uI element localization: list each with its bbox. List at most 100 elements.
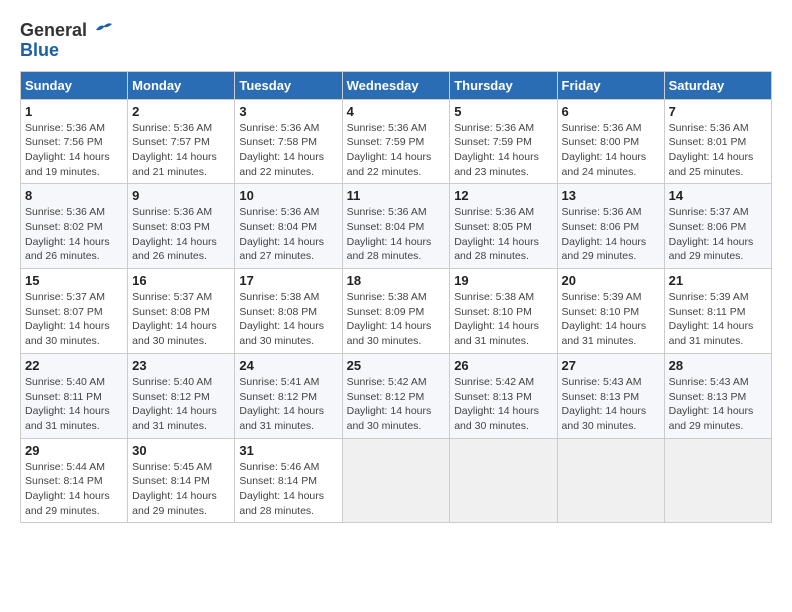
calendar-cell: 6 Sunrise: 5:36 AM Sunset: 8:00 PM Daylig… (557, 99, 664, 184)
calendar-cell: 24 Sunrise: 5:41 AM Sunset: 8:12 PM Dayli… (235, 353, 342, 438)
day-info: Sunrise: 5:36 AM Sunset: 7:58 PM Dayligh… (239, 121, 337, 180)
day-number: 12 (454, 188, 552, 203)
calendar-header-wednesday: Wednesday (342, 71, 450, 99)
day-info: Sunrise: 5:36 AM Sunset: 8:00 PM Dayligh… (562, 121, 660, 180)
day-info: Sunrise: 5:38 AM Sunset: 8:10 PM Dayligh… (454, 290, 552, 349)
day-info: Sunrise: 5:41 AM Sunset: 8:12 PM Dayligh… (239, 375, 337, 434)
day-info: Sunrise: 5:36 AM Sunset: 7:57 PM Dayligh… (132, 121, 230, 180)
header: General Blue (20, 20, 772, 61)
calendar-cell: 18 Sunrise: 5:38 AM Sunset: 8:09 PM Dayli… (342, 269, 450, 354)
calendar-cell: 4 Sunrise: 5:36 AM Sunset: 7:59 PM Daylig… (342, 99, 450, 184)
day-info: Sunrise: 5:36 AM Sunset: 7:56 PM Dayligh… (25, 121, 123, 180)
day-info: Sunrise: 5:37 AM Sunset: 8:08 PM Dayligh… (132, 290, 230, 349)
day-info: Sunrise: 5:38 AM Sunset: 8:08 PM Dayligh… (239, 290, 337, 349)
day-info: Sunrise: 5:42 AM Sunset: 8:12 PM Dayligh… (347, 375, 446, 434)
calendar-week-3: 15Sunrise: 5:37 AM Sunset: 8:07 PM Dayli… (21, 269, 772, 354)
calendar-cell: 17 Sunrise: 5:38 AM Sunset: 8:08 PM Dayli… (235, 269, 342, 354)
day-number: 3 (239, 104, 337, 119)
day-number: 1 (25, 104, 123, 119)
day-info: Sunrise: 5:36 AM Sunset: 8:04 PM Dayligh… (239, 205, 337, 264)
calendar-cell: 2 Sunrise: 5:36 AM Sunset: 7:57 PM Daylig… (128, 99, 235, 184)
day-number: 30 (132, 443, 230, 458)
day-info: Sunrise: 5:40 AM Sunset: 8:12 PM Dayligh… (132, 375, 230, 434)
calendar-cell: 15Sunrise: 5:37 AM Sunset: 8:07 PM Dayli… (21, 269, 128, 354)
calendar-cell (557, 438, 664, 523)
day-number: 8 (25, 188, 123, 203)
day-number: 22 (25, 358, 123, 373)
calendar-week-1: 1 Sunrise: 5:36 AM Sunset: 7:56 PM Daylig… (21, 99, 772, 184)
calendar-header-row: SundayMondayTuesdayWednesdayThursdayFrid… (21, 71, 772, 99)
day-info: Sunrise: 5:39 AM Sunset: 8:11 PM Dayligh… (669, 290, 767, 349)
calendar-header-sunday: Sunday (21, 71, 128, 99)
calendar-cell: 27 Sunrise: 5:43 AM Sunset: 8:13 PM Dayli… (557, 353, 664, 438)
calendar-cell: 9 Sunrise: 5:36 AM Sunset: 8:03 PM Daylig… (128, 184, 235, 269)
day-number: 10 (239, 188, 337, 203)
calendar-table: SundayMondayTuesdayWednesdayThursdayFrid… (20, 71, 772, 524)
logo-blue: Blue (20, 41, 114, 61)
day-info: Sunrise: 5:36 AM Sunset: 7:59 PM Dayligh… (454, 121, 552, 180)
day-info: Sunrise: 5:36 AM Sunset: 8:03 PM Dayligh… (132, 205, 230, 264)
calendar-cell (664, 438, 771, 523)
calendar-cell: 29 Sunrise: 5:44 AM Sunset: 8:14 PM Dayli… (21, 438, 128, 523)
calendar-cell: 22Sunrise: 5:40 AM Sunset: 8:11 PM Dayli… (21, 353, 128, 438)
calendar-header-saturday: Saturday (664, 71, 771, 99)
day-number: 15 (25, 273, 123, 288)
day-info: Sunrise: 5:36 AM Sunset: 8:01 PM Dayligh… (669, 121, 767, 180)
day-info: Sunrise: 5:36 AM Sunset: 7:59 PM Dayligh… (347, 121, 446, 180)
calendar-cell: 31 Sunrise: 5:46 AM Sunset: 8:14 PM Dayli… (235, 438, 342, 523)
day-info: Sunrise: 5:37 AM Sunset: 8:06 PM Dayligh… (669, 205, 767, 264)
day-number: 20 (562, 273, 660, 288)
logo: General Blue (20, 20, 114, 61)
calendar-header-thursday: Thursday (450, 71, 557, 99)
day-number: 31 (239, 443, 337, 458)
day-number: 11 (347, 188, 446, 203)
day-number: 18 (347, 273, 446, 288)
day-number: 9 (132, 188, 230, 203)
calendar-cell: 10 Sunrise: 5:36 AM Sunset: 8:04 PM Dayli… (235, 184, 342, 269)
calendar-cell: 12 Sunrise: 5:36 AM Sunset: 8:05 PM Dayli… (450, 184, 557, 269)
day-info: Sunrise: 5:38 AM Sunset: 8:09 PM Dayligh… (347, 290, 446, 349)
day-info: Sunrise: 5:43 AM Sunset: 8:13 PM Dayligh… (562, 375, 660, 434)
day-number: 16 (132, 273, 230, 288)
day-info: Sunrise: 5:46 AM Sunset: 8:14 PM Dayligh… (239, 460, 337, 519)
calendar-cell: 1 Sunrise: 5:36 AM Sunset: 7:56 PM Daylig… (21, 99, 128, 184)
calendar-header-monday: Monday (128, 71, 235, 99)
day-info: Sunrise: 5:44 AM Sunset: 8:14 PM Dayligh… (25, 460, 123, 519)
day-number: 26 (454, 358, 552, 373)
day-number: 6 (562, 104, 660, 119)
calendar-cell: 3 Sunrise: 5:36 AM Sunset: 7:58 PM Daylig… (235, 99, 342, 184)
calendar-cell: 7 Sunrise: 5:36 AM Sunset: 8:01 PM Daylig… (664, 99, 771, 184)
calendar-cell: 5Sunrise: 5:36 AM Sunset: 7:59 PM Daylig… (450, 99, 557, 184)
logo-bird-icon (94, 20, 114, 36)
day-number: 24 (239, 358, 337, 373)
day-number: 2 (132, 104, 230, 119)
day-info: Sunrise: 5:36 AM Sunset: 8:05 PM Dayligh… (454, 205, 552, 264)
calendar-week-5: 29 Sunrise: 5:44 AM Sunset: 8:14 PM Dayli… (21, 438, 772, 523)
calendar-cell: 21 Sunrise: 5:39 AM Sunset: 8:11 PM Dayli… (664, 269, 771, 354)
calendar-cell (450, 438, 557, 523)
day-info: Sunrise: 5:36 AM Sunset: 8:04 PM Dayligh… (347, 205, 446, 264)
day-info: Sunrise: 5:36 AM Sunset: 8:02 PM Dayligh… (25, 205, 123, 264)
calendar-cell: 19Sunrise: 5:38 AM Sunset: 8:10 PM Dayli… (450, 269, 557, 354)
calendar-cell: 8 Sunrise: 5:36 AM Sunset: 8:02 PM Daylig… (21, 184, 128, 269)
calendar-cell: 14 Sunrise: 5:37 AM Sunset: 8:06 PM Dayli… (664, 184, 771, 269)
day-number: 7 (669, 104, 767, 119)
calendar-cell: 11 Sunrise: 5:36 AM Sunset: 8:04 PM Dayli… (342, 184, 450, 269)
day-number: 29 (25, 443, 123, 458)
day-info: Sunrise: 5:39 AM Sunset: 8:10 PM Dayligh… (562, 290, 660, 349)
day-number: 14 (669, 188, 767, 203)
day-number: 23 (132, 358, 230, 373)
day-info: Sunrise: 5:42 AM Sunset: 8:13 PM Dayligh… (454, 375, 552, 434)
day-number: 17 (239, 273, 337, 288)
calendar-cell: 16 Sunrise: 5:37 AM Sunset: 8:08 PM Dayli… (128, 269, 235, 354)
calendar-header-tuesday: Tuesday (235, 71, 342, 99)
calendar-header-friday: Friday (557, 71, 664, 99)
calendar-cell: 20 Sunrise: 5:39 AM Sunset: 8:10 PM Dayli… (557, 269, 664, 354)
calendar-cell: 30Sunrise: 5:45 AM Sunset: 8:14 PM Dayli… (128, 438, 235, 523)
day-number: 27 (562, 358, 660, 373)
calendar-cell: 28Sunrise: 5:43 AM Sunset: 8:13 PM Dayli… (664, 353, 771, 438)
day-info: Sunrise: 5:43 AM Sunset: 8:13 PM Dayligh… (669, 375, 767, 434)
calendar-cell: 23 Sunrise: 5:40 AM Sunset: 8:12 PM Dayli… (128, 353, 235, 438)
day-number: 4 (347, 104, 446, 119)
day-number: 21 (669, 273, 767, 288)
